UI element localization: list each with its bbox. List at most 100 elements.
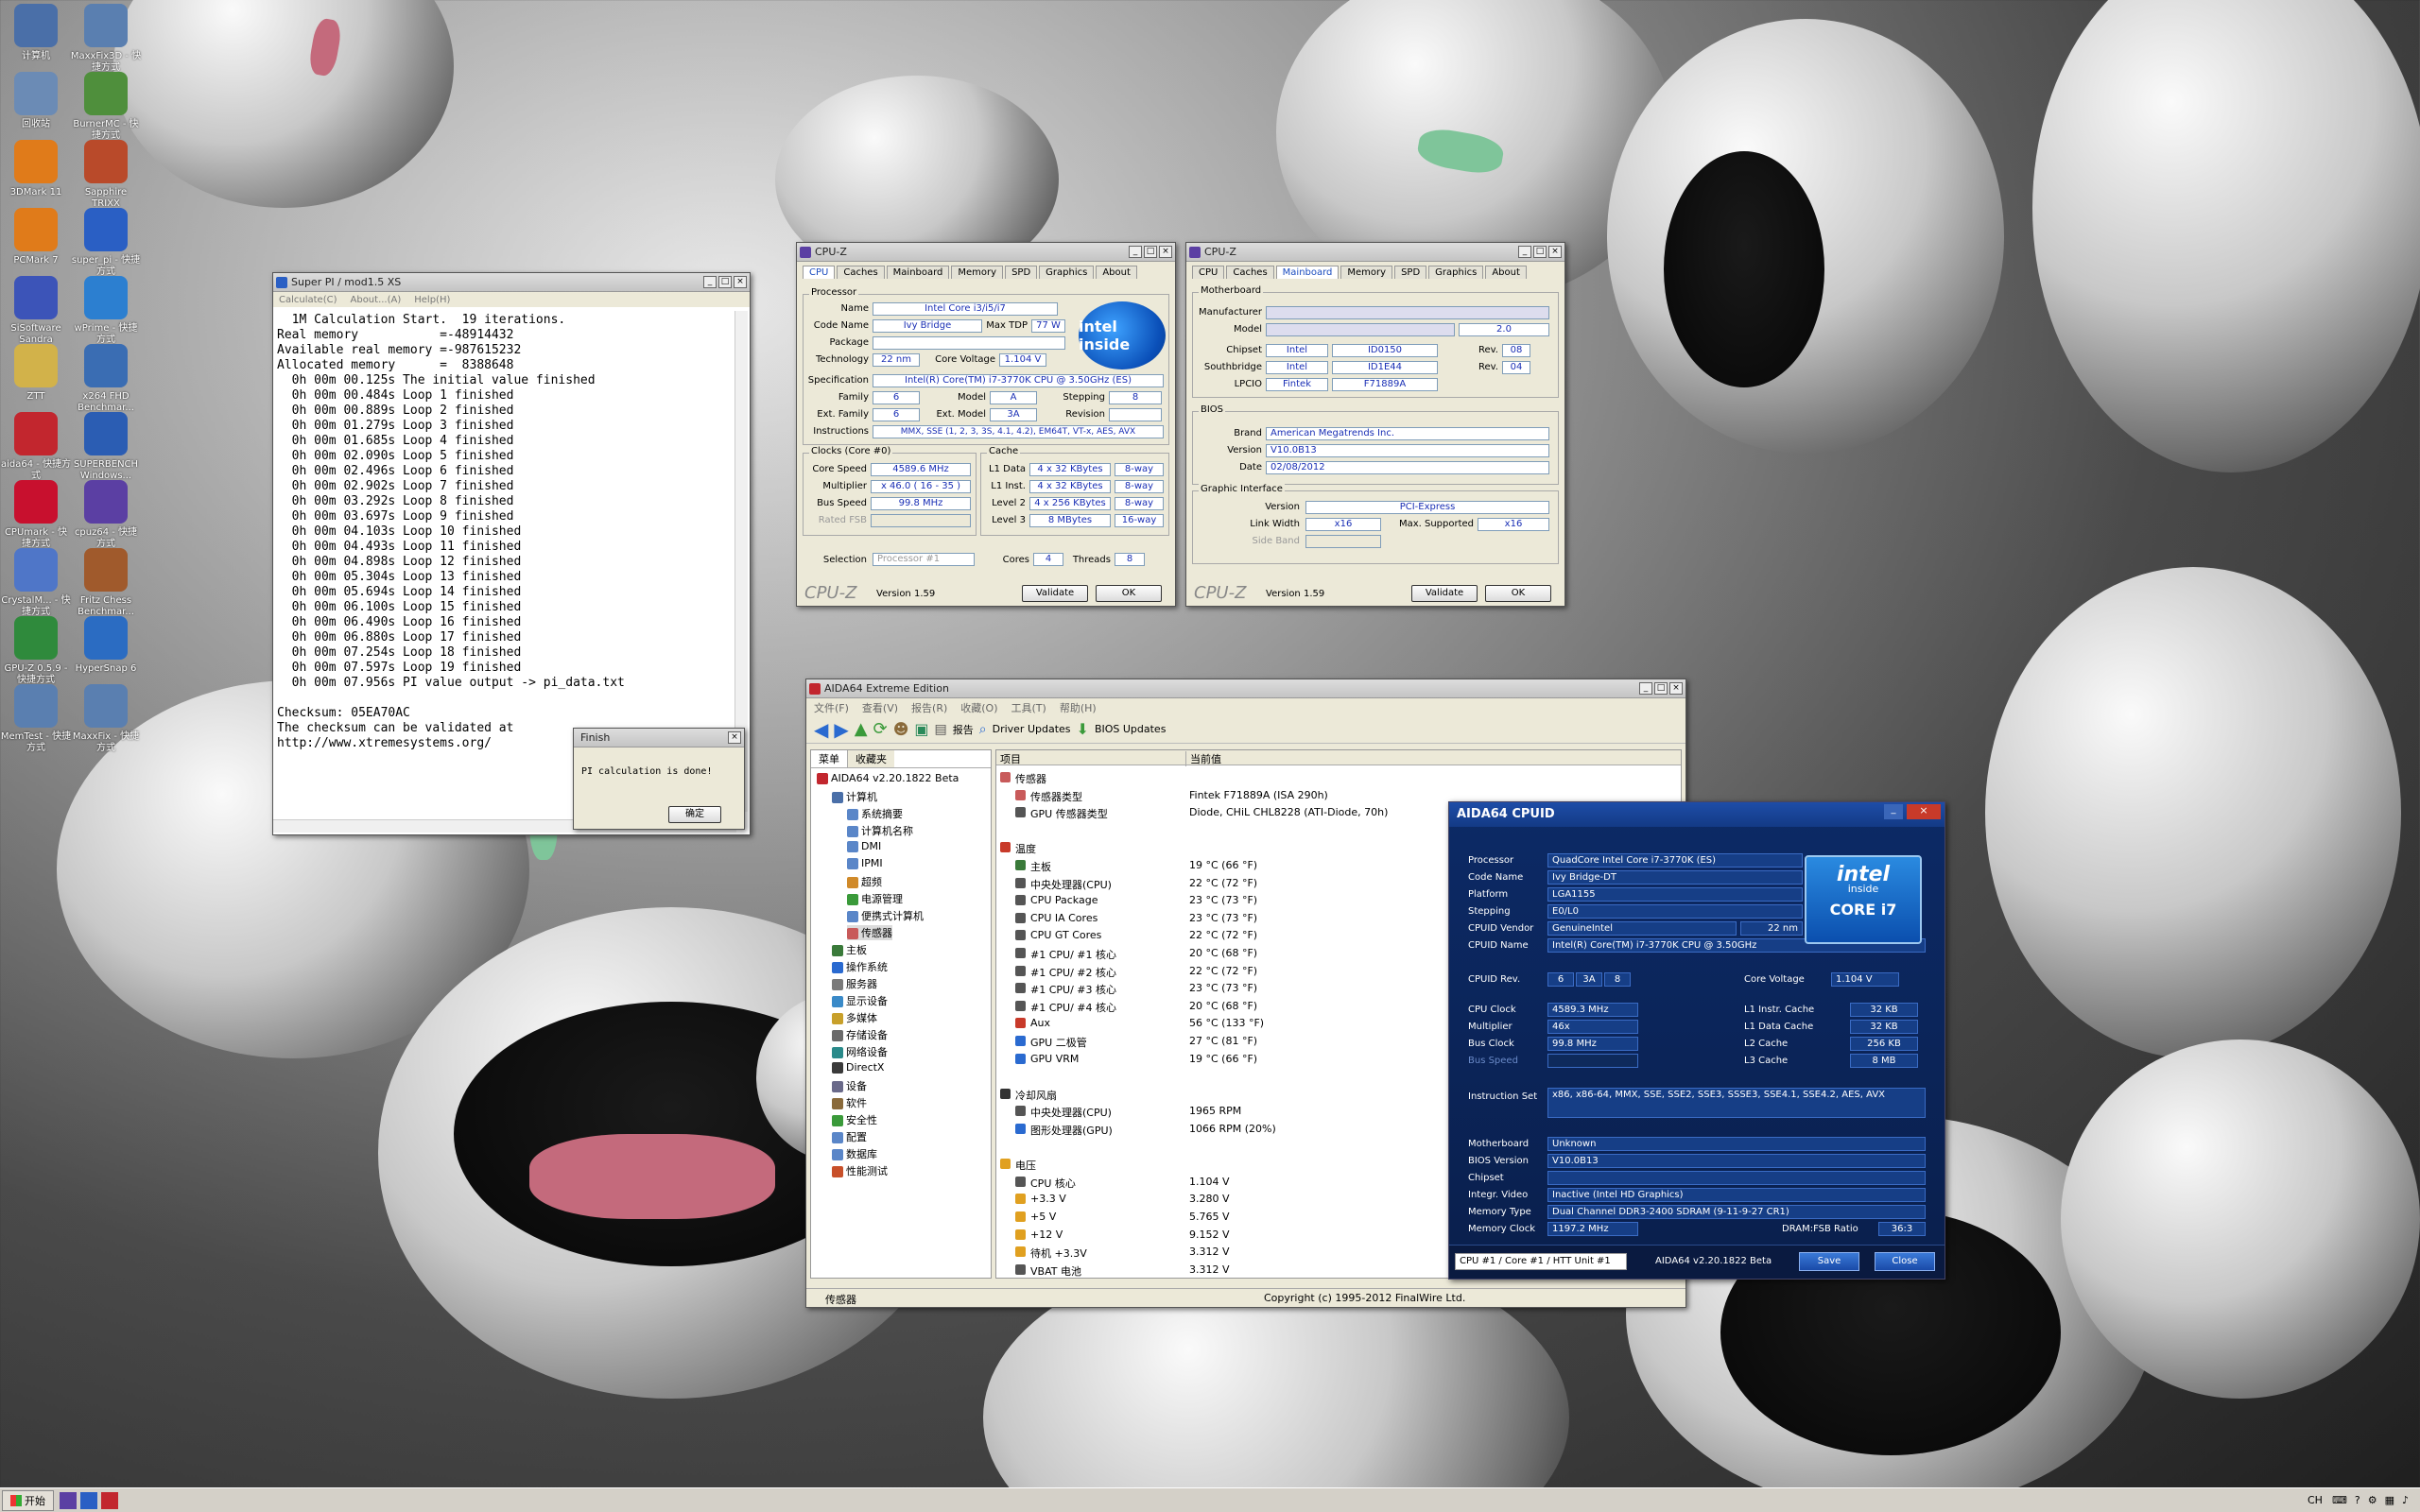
cpuz-mainboard-window[interactable]: CPU-Z _ □ × CPU Caches Mainboard Memory … [1185, 242, 1565, 607]
desktop-icon[interactable]: MaxxFix - 快捷方式 [70, 684, 142, 777]
tab-caches[interactable]: Caches [837, 266, 885, 279]
tree-item[interactable]: IPMI [847, 857, 883, 869]
tray-keyboard-icon[interactable]: ⌨ [2332, 1494, 2347, 1506]
menu-report[interactable]: 报告(R) [911, 700, 947, 714]
report-button[interactable]: 报告 [953, 722, 974, 737]
ok-button[interactable]: 确定 [668, 806, 721, 823]
report-icon[interactable]: ▤ [935, 722, 947, 737]
search-icon[interactable]: ⌕ [979, 722, 987, 737]
close-button[interactable]: × [1548, 246, 1562, 258]
tree-item[interactable]: 存储设备 [832, 1027, 888, 1042]
tab-favorites[interactable]: 收藏夹 [848, 750, 894, 767]
tab-graphics[interactable]: Graphics [1428, 266, 1484, 279]
desktop-icon[interactable]: MemTest - 快捷方式 [0, 684, 72, 777]
aida64-cpuid-window[interactable]: AIDA64 CPUID _ × Processor QuadCore Inte… [1448, 801, 1945, 1280]
tab-spd[interactable]: SPD [1005, 266, 1038, 279]
finish-dialog[interactable]: Finish × PI calculation is done! 确定 [573, 728, 745, 830]
tree-item[interactable]: DMI [847, 840, 881, 852]
ok-button[interactable]: OK [1485, 585, 1551, 602]
monitor-icon[interactable]: ▣ [914, 720, 928, 738]
close-button[interactable]: × [1159, 246, 1172, 258]
tree-item[interactable]: DirectX [832, 1061, 884, 1074]
column-header-value[interactable]: 当前值 [1185, 751, 1526, 766]
tree-item[interactable]: 便携式计算机 [847, 908, 924, 923]
tree-item[interactable]: 安全性 [832, 1112, 877, 1127]
download-icon[interactable]: ⬇ [1077, 720, 1089, 738]
tab-graphics[interactable]: Graphics [1039, 266, 1095, 279]
menu-view[interactable]: 查看(V) [862, 700, 898, 714]
cpu-core-selector[interactable]: CPU #1 / Core #1 / HTT Unit #1 [1455, 1253, 1627, 1270]
bios-updates-button[interactable]: BIOS Updates [1095, 723, 1167, 735]
validate-button[interactable]: Validate [1022, 585, 1088, 602]
tab-spd[interactable]: SPD [1394, 266, 1427, 279]
minimize-button[interactable]: _ [1639, 682, 1652, 695]
menu-favorites[interactable]: 收藏(O) [960, 700, 997, 714]
tree-item[interactable]: 网络设备 [832, 1044, 888, 1059]
tree-item[interactable]: 性能测试 [832, 1163, 888, 1178]
start-button[interactable]: 开始 [2, 1489, 54, 1511]
tab-menu[interactable]: 菜单 [811, 750, 848, 767]
menu-help[interactable]: 帮助(H) [1060, 700, 1097, 714]
tab-cpu[interactable]: CPU [1192, 266, 1225, 279]
column-header-item[interactable]: 项目 [1000, 751, 1021, 766]
minimize-button[interactable]: _ [1129, 246, 1142, 258]
menu-calculate[interactable]: Calculate(C) [279, 295, 337, 305]
tray-language[interactable]: CH [2308, 1494, 2323, 1506]
cpuz-titlebar[interactable]: CPU-Z _ □ × [797, 243, 1175, 262]
taskbar-superpi-icon[interactable] [80, 1491, 97, 1509]
tree-item[interactable]: 超频 [847, 874, 882, 889]
save-button[interactable]: Save [1799, 1252, 1859, 1271]
tab-memory[interactable]: Memory [951, 266, 1004, 279]
taskbar-aida64-icon[interactable] [101, 1491, 118, 1509]
close-button[interactable]: × [734, 276, 747, 288]
tree-item[interactable]: 设备 [832, 1078, 867, 1093]
cpuz-titlebar[interactable]: CPU-Z _ □ × [1186, 243, 1564, 262]
up-icon[interactable]: ▲ [855, 719, 868, 739]
forward-icon[interactable]: ▶ [834, 718, 848, 741]
tray-settings-icon[interactable]: ⚙ [2368, 1494, 2377, 1506]
processor-select[interactable]: Processor #1 [873, 553, 975, 566]
finish-titlebar[interactable]: Finish × [574, 729, 744, 747]
refresh-icon[interactable]: ⟳ [873, 719, 888, 739]
tree-item[interactable]: 电源管理 [847, 891, 903, 906]
tree-item[interactable]: 操作系统 [832, 959, 888, 974]
tab-memory[interactable]: Memory [1340, 266, 1393, 279]
tray-network-icon[interactable]: ▦ [2385, 1494, 2394, 1506]
driver-updates-button[interactable]: Driver Updates [993, 723, 1071, 735]
close-button[interactable]: × [1669, 682, 1683, 695]
close-button[interactable]: × [728, 731, 741, 744]
cpuz-cpu-window[interactable]: CPU-Z _ □ × CPU Caches Mainboard Memory … [796, 242, 1176, 607]
tree-item[interactable]: 服务器 [832, 976, 877, 991]
ok-button[interactable]: OK [1096, 585, 1162, 602]
users-icon[interactable]: ☻ [893, 720, 909, 738]
tree-item[interactable]: 主板 [832, 942, 867, 957]
tree-item[interactable]: 传感器 [847, 925, 892, 940]
tab-about[interactable]: About [1096, 266, 1137, 279]
minimize-button[interactable]: _ [703, 276, 717, 288]
cpuid-titlebar[interactable]: AIDA64 CPUID _ × [1449, 802, 1945, 827]
aida64-titlebar[interactable]: AIDA64 Extreme Edition _ □ × [806, 679, 1685, 698]
close-button[interactable]: × [1907, 804, 1941, 819]
tree-item[interactable]: 多媒体 [832, 1010, 877, 1025]
maximize-button[interactable]: □ [718, 276, 732, 288]
menu-about[interactable]: About...(A) [351, 295, 402, 305]
close-button[interactable]: Close [1875, 1252, 1935, 1271]
maximize-button[interactable]: □ [1144, 246, 1157, 258]
validate-button[interactable]: Validate [1411, 585, 1478, 602]
tree-item[interactable]: 软件 [832, 1095, 867, 1110]
maximize-button[interactable]: □ [1533, 246, 1547, 258]
superpi-titlebar[interactable]: Super PI / mod1.5 XS _ □ × [273, 273, 750, 292]
tree-item[interactable]: 显示设备 [832, 993, 888, 1008]
tree-item[interactable]: 计算机 [832, 789, 877, 804]
menu-file[interactable]: 文件(F) [814, 700, 849, 714]
tree-item[interactable]: AIDA64 v2.20.1822 Beta [817, 772, 959, 784]
back-icon[interactable]: ◀ [814, 718, 828, 741]
tree-item[interactable]: 系统摘要 [847, 806, 903, 821]
taskbar-cpuz-icon[interactable] [60, 1491, 77, 1509]
tab-mainboard[interactable]: Mainboard [1275, 266, 1340, 279]
tab-mainboard[interactable]: Mainboard [886, 266, 950, 279]
tray-volume-icon[interactable]: ♪ [2402, 1494, 2409, 1506]
minimize-button[interactable]: _ [1884, 804, 1903, 819]
tree-item[interactable]: 配置 [832, 1129, 867, 1144]
tab-cpu[interactable]: CPU [803, 266, 836, 279]
